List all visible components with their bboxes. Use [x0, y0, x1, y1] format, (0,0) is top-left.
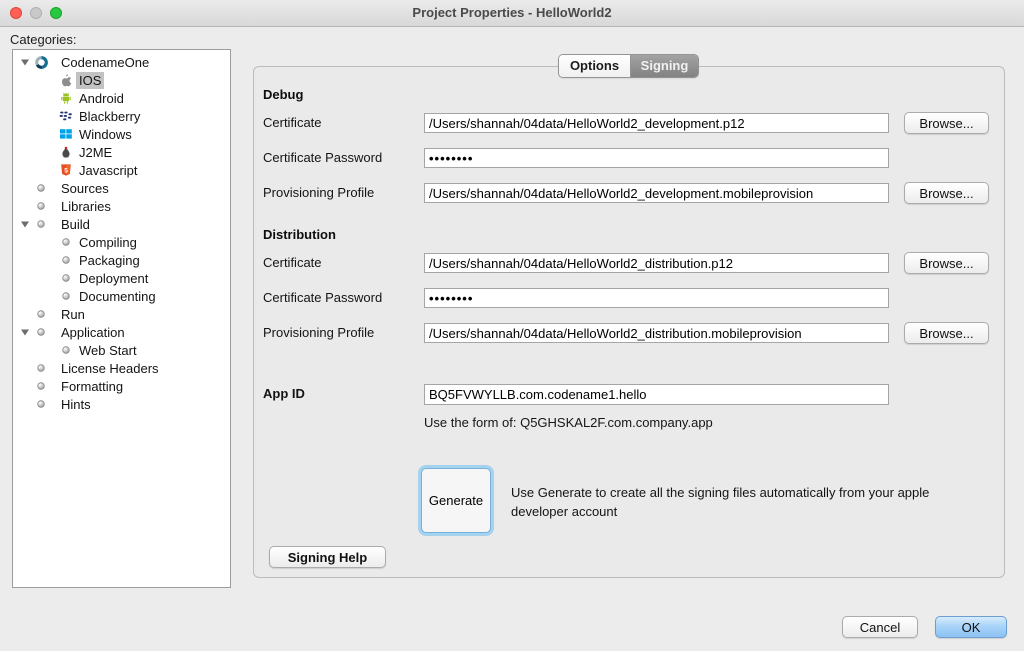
- tree-item-run[interactable]: Run: [14, 305, 229, 323]
- html5-icon: 5: [58, 163, 74, 178]
- window-title: Project Properties - HelloWorld2: [0, 0, 1024, 26]
- tree-item-label: Sources: [58, 180, 112, 197]
- codenameone-icon: [33, 55, 49, 70]
- blackberry-icon: [58, 109, 74, 124]
- bullet-icon: [33, 325, 49, 340]
- title-bar: Project Properties - HelloWorld2: [0, 0, 1024, 27]
- tree-item-label: Application: [58, 324, 128, 341]
- generate-description: Use Generate to create all the signing f…: [511, 483, 983, 521]
- tree-item-label: J2ME: [76, 144, 115, 161]
- bullet-icon: [58, 289, 74, 304]
- signing-panel: Debug Distribution App ID Use the form o…: [253, 66, 1005, 578]
- tree-item-label: Packaging: [76, 252, 143, 269]
- tree-item-compiling[interactable]: Compiling: [14, 233, 229, 251]
- tree-item-build[interactable]: Build: [14, 215, 229, 233]
- tree-item-label: Hints: [58, 396, 94, 413]
- tree-item-deployment[interactable]: Deployment: [14, 269, 229, 287]
- debug-provisioning-profile-browse-button[interactable]: Browse...: [904, 182, 989, 204]
- distribution-certificate-input[interactable]: [424, 253, 889, 273]
- tree-item-label: CodenameOne: [58, 54, 152, 71]
- bullet-icon: [33, 181, 49, 196]
- tree-item-libraries[interactable]: Libraries: [14, 197, 229, 215]
- windows-icon: [58, 127, 74, 142]
- bullet-icon: [58, 253, 74, 268]
- bullet-icon: [33, 199, 49, 214]
- tree-item-windows[interactable]: Windows: [14, 125, 229, 143]
- distribution-section-header: Distribution: [263, 227, 336, 242]
- tree-item-documenting[interactable]: Documenting: [14, 287, 229, 305]
- expander-triangle-icon[interactable]: [19, 57, 31, 67]
- android-icon: [58, 91, 74, 106]
- bullet-icon: [58, 271, 74, 286]
- tree-item-label: Build: [58, 216, 93, 233]
- bullet-icon: [33, 217, 49, 232]
- distribution-provisioning-profile-input[interactable]: [424, 323, 889, 343]
- tree-item-label: Libraries: [58, 198, 114, 215]
- tree-item-label: Compiling: [76, 234, 140, 251]
- debug-certificate-password-input[interactable]: [424, 148, 889, 168]
- tree-item-formatting[interactable]: Formatting: [14, 377, 229, 395]
- tree-item-hints[interactable]: Hints: [14, 395, 229, 413]
- tree-item-label: Windows: [76, 126, 135, 143]
- distribution-certificate-browse-button[interactable]: Browse...: [904, 252, 989, 274]
- tree-item-application[interactable]: Application: [14, 323, 229, 341]
- tree-item-android[interactable]: Android: [14, 89, 229, 107]
- tree-item-label: License Headers: [58, 360, 162, 377]
- bullet-icon: [33, 307, 49, 322]
- apple-icon: [58, 73, 74, 88]
- tree-item-sources[interactable]: Sources: [14, 179, 229, 197]
- debug-provisioning-profile-input[interactable]: [424, 183, 889, 203]
- tree-item-packaging[interactable]: Packaging: [14, 251, 229, 269]
- bullet-icon: [58, 235, 74, 250]
- bullet-icon: [33, 397, 49, 412]
- tree-item-label: Documenting: [76, 288, 159, 305]
- bullet-icon: [33, 361, 49, 376]
- tree-item-label: IOS: [76, 72, 104, 89]
- cancel-button[interactable]: Cancel: [842, 616, 918, 638]
- distribution-provisioning-profile-label: Provisioning Profile: [263, 323, 374, 343]
- project-properties-window: Project Properties - HelloWorld2 Categor…: [0, 0, 1024, 651]
- app-id-hint: Use the form of: Q5GHSKAL2F.com.company.…: [424, 415, 713, 430]
- j2me-icon: [58, 145, 74, 160]
- categories-tree: CodenameOneIOSAndroidBlackberryWindowsJ2…: [12, 49, 231, 588]
- tree-item-label: Blackberry: [76, 108, 143, 125]
- bullet-icon: [58, 343, 74, 358]
- svg-text:5: 5: [64, 167, 68, 174]
- tree-item-ios[interactable]: IOS: [14, 71, 229, 89]
- tree-item-label: Web Start: [76, 342, 140, 359]
- debug-certificate-input[interactable]: [424, 113, 889, 133]
- app-id-input[interactable]: [424, 384, 889, 405]
- distribution-certificate-password-input[interactable]: [424, 288, 889, 308]
- tree-item-j2me[interactable]: J2ME: [14, 143, 229, 161]
- distribution-provisioning-profile-browse-button[interactable]: Browse...: [904, 322, 989, 344]
- expander-triangle-icon[interactable]: [19, 219, 31, 229]
- tree-item-codenameone[interactable]: CodenameOne: [14, 53, 229, 71]
- app-id-label: App ID: [263, 384, 305, 404]
- debug-certificate-label: Certificate: [263, 113, 322, 133]
- tree-item-license-headers[interactable]: License Headers: [14, 359, 229, 377]
- generate-button[interactable]: Generate: [421, 468, 491, 533]
- tree-item-web-start[interactable]: Web Start: [14, 341, 229, 359]
- tab-options[interactable]: Options: [559, 55, 631, 77]
- debug-certificate-browse-button[interactable]: Browse...: [904, 112, 989, 134]
- debug-section-header: Debug: [263, 87, 303, 102]
- options-signing-tab-bar: Options Signing: [558, 54, 699, 78]
- debug-certificate-password-label: Certificate Password: [263, 148, 382, 168]
- debug-provisioning-profile-label: Provisioning Profile: [263, 183, 374, 203]
- categories-label: Categories:: [10, 32, 76, 47]
- tree-item-label: Javascript: [76, 162, 141, 179]
- tree-item-blackberry[interactable]: Blackberry: [14, 107, 229, 125]
- tree-item-label: Run: [58, 306, 88, 323]
- ok-button[interactable]: OK: [935, 616, 1007, 638]
- distribution-certificate-label: Certificate: [263, 253, 322, 273]
- bullet-icon: [33, 379, 49, 394]
- tab-signing[interactable]: Signing: [631, 55, 698, 77]
- signing-help-button[interactable]: Signing Help: [269, 546, 386, 568]
- tree-item-label: Formatting: [58, 378, 126, 395]
- tree-item-label: Deployment: [76, 270, 151, 287]
- tree-item-label: Android: [76, 90, 127, 107]
- distribution-certificate-password-label: Certificate Password: [263, 288, 382, 308]
- expander-triangle-icon[interactable]: [19, 327, 31, 337]
- tree-item-javascript[interactable]: 5 Javascript: [14, 161, 229, 179]
